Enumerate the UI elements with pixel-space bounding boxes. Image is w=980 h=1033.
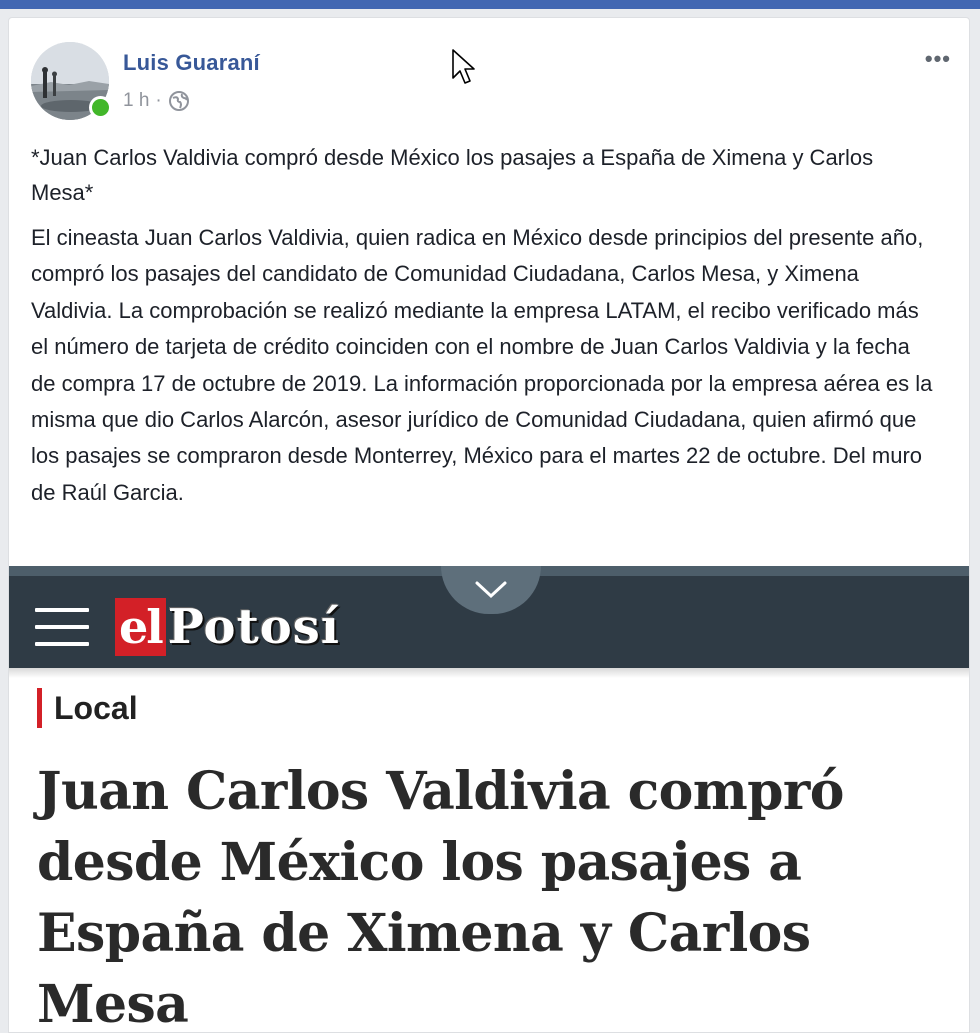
hamburger-menu-icon: [35, 608, 89, 648]
globe-icon[interactable]: [168, 90, 190, 112]
header-shadow: [9, 668, 969, 678]
collapse-tab: [441, 566, 541, 614]
article-section-label: Local: [37, 688, 138, 728]
shared-article-image[interactable]: el Potosí Local Juan Carlos Valdivia com…: [9, 566, 969, 1033]
post-title: *Juan Carlos Valdivia compró desde Méxic…: [31, 145, 874, 205]
online-status-indicator: [89, 96, 112, 119]
more-options-icon[interactable]: •••: [925, 48, 951, 70]
logo-el: el: [115, 598, 166, 656]
post-body-text: El cineasta Juan Carlos Valdivia, quien …: [31, 225, 933, 505]
author-name[interactable]: Luis Guaraní: [123, 50, 260, 76]
meta-separator: ·: [155, 90, 162, 111]
post-card: Luis Guaraní 1 h · ••• *Juan Carlos Vald…: [8, 17, 970, 1033]
site-logo: el Potosí: [115, 598, 340, 656]
post-timestamp[interactable]: 1 h: [123, 90, 149, 112]
chevron-down-icon: [475, 581, 507, 599]
site-header: el Potosí: [9, 566, 969, 668]
mouse-cursor-icon: [452, 49, 475, 84]
facebook-top-bar: [0, 0, 980, 9]
article-headline: Juan Carlos Valdivia compró desde México…: [37, 761, 844, 1033]
logo-name: Potosí: [167, 599, 341, 655]
post-meta: 1 h ·: [123, 90, 190, 112]
